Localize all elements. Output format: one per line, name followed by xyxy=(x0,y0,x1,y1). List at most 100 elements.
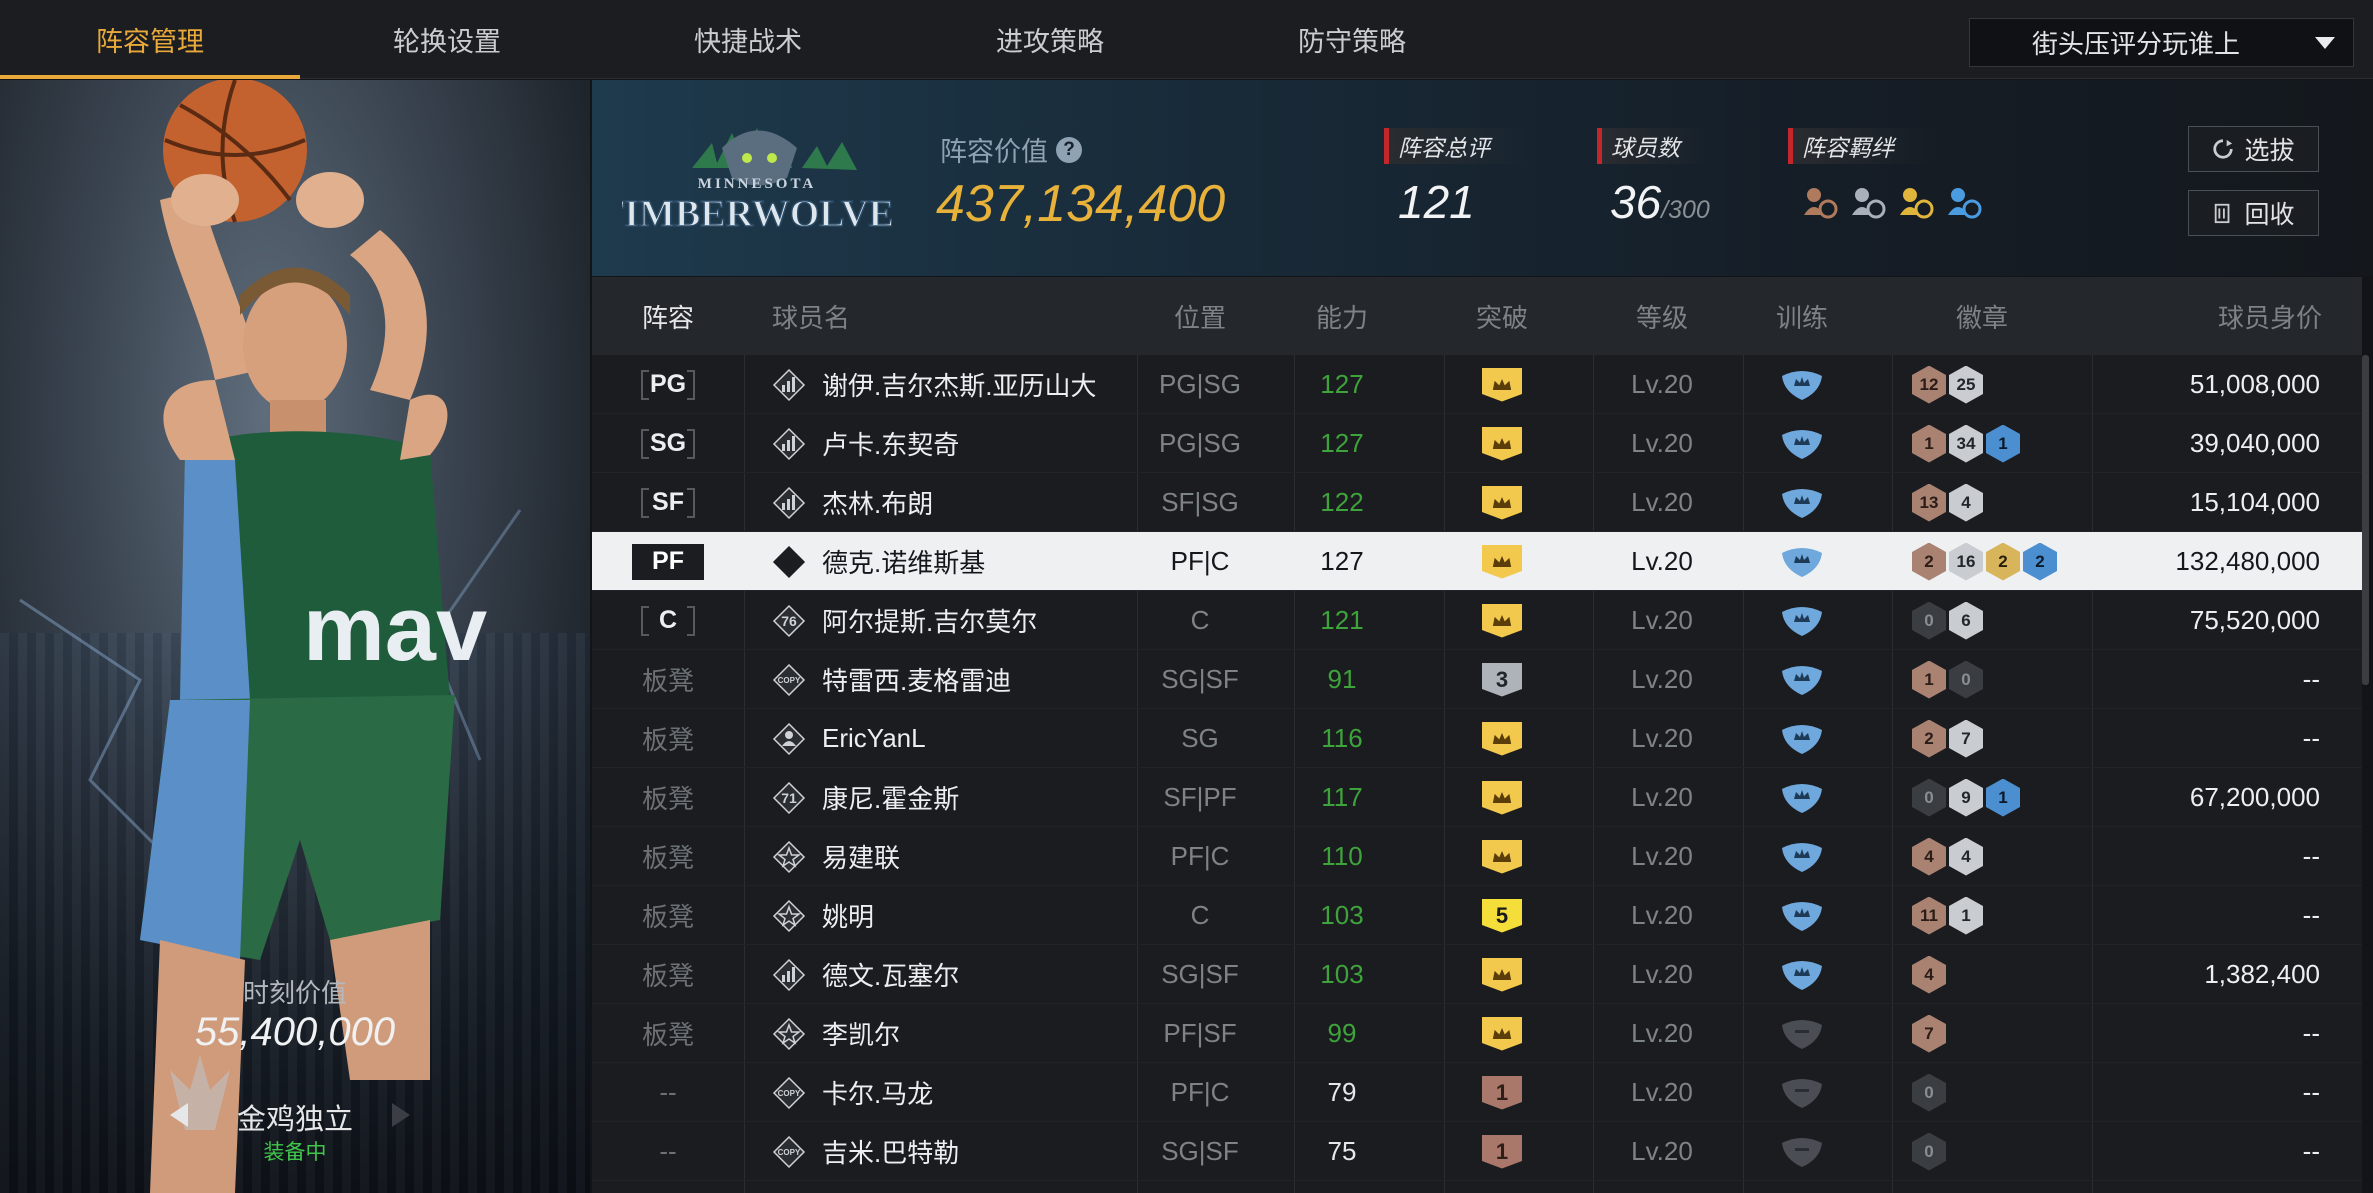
player-name-cell[interactable]: 杰林.布朗 xyxy=(772,473,1172,532)
breakthrough-crown-icon[interactable] xyxy=(1482,367,1522,402)
breakthrough-crown-icon[interactable] xyxy=(1482,544,1522,579)
player-name-cell[interactable]: 71 康尼.霍金斯 xyxy=(772,768,1172,827)
training-shield-icon[interactable] xyxy=(1780,899,1824,933)
training-shield-icon[interactable] xyxy=(1780,604,1824,638)
col-header-breakthrough[interactable]: 突破 xyxy=(1452,277,1552,355)
bond-icons[interactable] xyxy=(1800,183,1984,223)
player-name-cell[interactable]: 76 阿尔提斯.吉尔莫尔 xyxy=(772,591,1172,650)
training-locked-icon[interactable] xyxy=(1780,1076,1824,1110)
col-header-position[interactable]: 位置 xyxy=(1150,277,1250,355)
training-shield-icon[interactable] xyxy=(1780,486,1824,520)
bond-silver-icon[interactable] xyxy=(1848,183,1888,223)
player-name-cell[interactable]: EricYanL xyxy=(772,709,1172,768)
table-header: 阵容 球员名 位置 能力 突破 等级 训练 徽章 球员身价 xyxy=(592,277,2362,355)
player-name-cell[interactable]: 06 德克.诺维斯基 xyxy=(772,532,1172,591)
recycle-button[interactable]: 回收 xyxy=(2188,190,2319,236)
featured-player-card[interactable]: mav 时刻价值 55,400,000 金鸡独立 装备中 xyxy=(0,80,590,1193)
training-shield-icon[interactable] xyxy=(1780,840,1824,874)
badges-cell[interactable]: 7 xyxy=(1912,1004,2112,1063)
player-name-cell[interactable]: 易建联 xyxy=(772,827,1172,886)
breakthrough-cell xyxy=(1452,473,1552,532)
player-name-cell[interactable]: COPY 吉米.巴特勒 xyxy=(772,1122,1172,1181)
col-header-player-value[interactable]: 球员身价 xyxy=(2182,277,2322,355)
player-name-cell[interactable]: 卢卡.东契奇 xyxy=(772,414,1172,473)
table-row[interactable]: -- COPY 吉米.巴特勒 SG|SF 75 1 Lv.20 0 -- xyxy=(592,1122,2362,1181)
table-row[interactable]: 板凳 EricYanL SG 116 Lv.20 2 7 -- xyxy=(592,709,2362,768)
table-scrollbar[interactable] xyxy=(2362,355,2369,685)
badges-cell[interactable]: 13 4 xyxy=(1912,473,2112,532)
badges-cell[interactable]: 11 1 xyxy=(1912,886,2112,945)
breakthrough-crown-icon[interactable] xyxy=(1482,839,1522,874)
training-shield-icon[interactable] xyxy=(1780,545,1824,579)
badges-cell[interactable]: 0 xyxy=(1912,1063,2112,1122)
breakthrough-level-badge[interactable]: 5 xyxy=(1482,898,1522,933)
player-name-cell[interactable]: 姚明 xyxy=(772,886,1172,945)
col-header-badges[interactable]: 徽章 xyxy=(1932,277,2032,355)
table-row[interactable]: 板凳 易建联 PF|C 110 Lv.20 4 4 -- xyxy=(592,827,2362,886)
table-row[interactable]: 板凳 德文.瓦塞尔 SG|SF 103 Lv.20 4 1,382,400 xyxy=(592,945,2362,1004)
badges-cell[interactable]: 27 xyxy=(1912,709,2112,768)
badges-cell[interactable]: 10 xyxy=(1912,650,2112,709)
badges-cell[interactable]: 44 xyxy=(1912,827,2112,886)
col-header-ability[interactable]: 能力 xyxy=(1292,277,1392,355)
breakthrough-crown-icon[interactable] xyxy=(1482,721,1522,756)
breakthrough-crown-icon[interactable] xyxy=(1482,957,1522,992)
training-shield-icon[interactable] xyxy=(1780,781,1824,815)
training-locked-icon[interactable] xyxy=(1780,1017,1824,1051)
bond-blue-icon[interactable] xyxy=(1944,183,1984,223)
tab-quick-tactics[interactable]: 快捷战术 xyxy=(598,0,898,79)
breakthrough-crown-icon[interactable] xyxy=(1482,603,1522,638)
table-row[interactable]: -- COPY 卡尔.马龙 PF|C 79 1 Lv.20 0 -- xyxy=(592,1063,2362,1122)
col-header-training[interactable]: 训练 xyxy=(1752,277,1852,355)
table-row[interactable]: 板凳 71 康尼.霍金斯 SF|PF 117 Lv.20 0 9 1 67,200,000 xyxy=(592,768,2362,827)
col-header-player-name[interactable]: 球员名 xyxy=(772,277,872,355)
table-row[interactable]: SG 卢卡.东契奇 PG|SG 127 Lv.20 1 34 1 39,040,000 xyxy=(592,414,2362,473)
badges-cell[interactable]: 0 xyxy=(1912,1122,2112,1181)
player-name-cell[interactable]: 李凯尔 xyxy=(772,1004,1172,1063)
badges-cell[interactable]: 1 34 1 xyxy=(1912,414,2112,473)
tab-lineup-management[interactable]: 阵容管理 xyxy=(0,0,300,79)
table-row[interactable]: PG 谢伊.吉尔杰斯.亚历山大 PG|SG 127 Lv.20 12 25 51,008,00… xyxy=(592,355,2362,414)
player-name-cell[interactable]: COPY 特雷西.麦格雷迪 xyxy=(772,650,1172,709)
help-icon[interactable]: ? xyxy=(1056,136,1082,163)
table-row[interactable]: 板凳 李凯尔 PF|SF 99 Lv.20 7 -- xyxy=(592,1004,2362,1063)
breakthrough-level-badge[interactable]: 1 xyxy=(1482,1075,1522,1110)
training-shield-icon[interactable] xyxy=(1780,958,1824,992)
training-shield-icon[interactable] xyxy=(1780,368,1824,402)
breakthrough-crown-icon[interactable] xyxy=(1482,1016,1522,1051)
table-row[interactable]: 板凳 姚明 C 103 5 Lv.20 11 1 -- xyxy=(592,886,2362,945)
training-locked-icon[interactable] xyxy=(1780,1135,1824,1169)
lineup-slot-text: 板凳 xyxy=(641,961,694,991)
training-shield-icon[interactable] xyxy=(1780,427,1824,461)
bond-gold-icon[interactable] xyxy=(1896,183,1936,223)
table-row[interactable]: PF 06 德克.诺维斯基 PF|C 127 Lv.20 2 16 2 2 132,480,000 xyxy=(592,532,2362,591)
player-name-cell[interactable]: COPY 卡尔.马龙 xyxy=(772,1063,1172,1122)
breakthrough-level-badge[interactable]: 1 xyxy=(1482,1134,1522,1169)
table-row[interactable]: 板凳 COPY 特雷西.麦格雷迪 SG|SF 91 3 Lv.20 1 0 -- xyxy=(592,650,2362,709)
breakthrough-level-badge[interactable]: 3 xyxy=(1482,662,1522,697)
badges-cell[interactable]: 12 25 xyxy=(1912,355,2112,414)
tab-offense-strategy[interactable]: 进攻策略 xyxy=(900,0,1200,79)
select-button[interactable]: 选拔 xyxy=(2188,126,2319,172)
player-name-cell[interactable]: 德文.瓦塞尔 xyxy=(772,945,1172,1004)
bond-bronze-icon[interactable] xyxy=(1800,183,1840,223)
badges-cell[interactable]: 4 xyxy=(1912,945,2112,1004)
breakthrough-crown-icon[interactable] xyxy=(1482,426,1522,461)
training-shield-icon[interactable] xyxy=(1780,722,1824,756)
player-name: 姚明 xyxy=(822,902,875,932)
tab-defense-strategy[interactable]: 防守策略 xyxy=(1202,0,1502,79)
breakthrough-crown-icon[interactable] xyxy=(1482,485,1522,520)
lineup-preset-dropdown[interactable]: 街头压评分玩谁上 xyxy=(1969,18,2354,67)
table-row[interactable]: SF 杰林.布朗 SF|SG 122 Lv.20 13 4 15,104,000 xyxy=(592,473,2362,532)
tab-rotation-settings[interactable]: 轮换设置 xyxy=(297,0,597,79)
player-name-cell[interactable]: 谢伊.吉尔杰斯.亚历山大 xyxy=(772,355,1172,414)
col-header-lineup[interactable]: 阵容 xyxy=(592,277,744,355)
training-shield-icon[interactable] xyxy=(1780,663,1824,697)
table-row[interactable]: C 76 阿尔提斯.吉尔莫尔 C 121 Lv.20 0 6 75,520,000 xyxy=(592,591,2362,650)
breakthrough-crown-icon[interactable] xyxy=(1482,780,1522,815)
badges-cell[interactable]: 06 xyxy=(1912,591,2112,650)
col-header-level[interactable]: 等级 xyxy=(1612,277,1712,355)
badges-cell[interactable]: 2 16 2 2 xyxy=(1912,532,2112,591)
next-skill-arrow-icon[interactable] xyxy=(392,1103,410,1127)
badges-cell[interactable]: 091 xyxy=(1912,768,2112,827)
